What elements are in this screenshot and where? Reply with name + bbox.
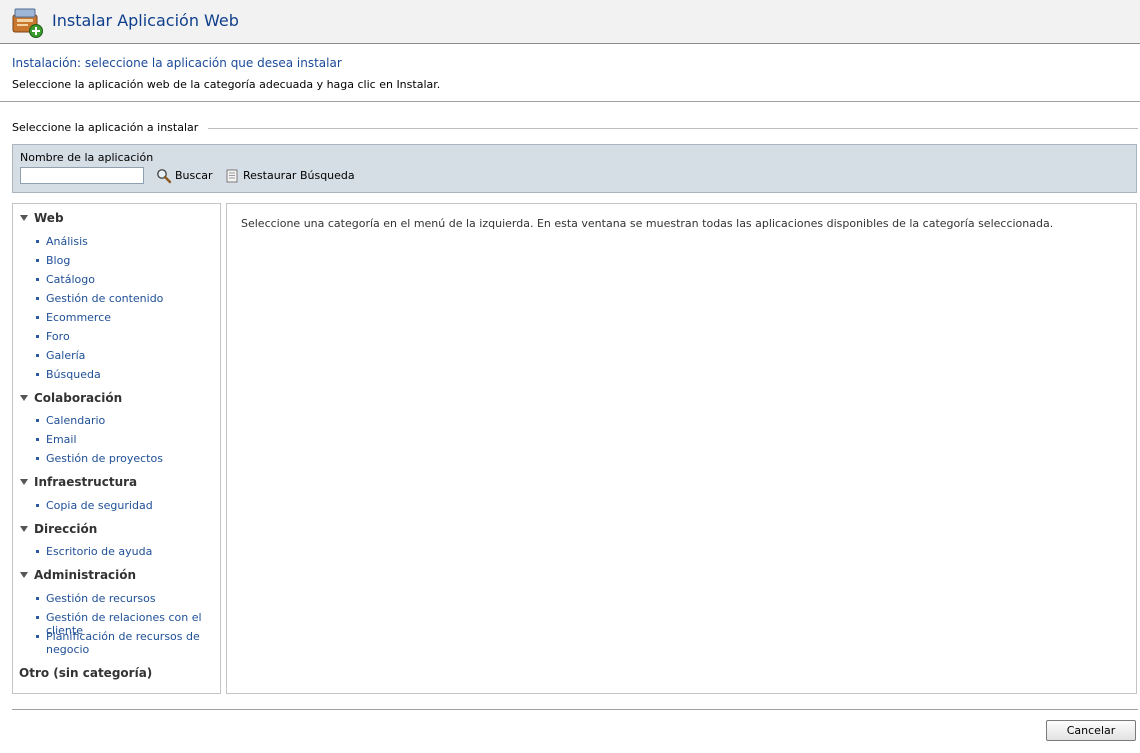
category-label: Infraestructura <box>34 475 138 489</box>
bullet-icon <box>36 316 39 319</box>
expand-triangle-icon <box>20 572 28 578</box>
bullet-icon <box>36 335 39 338</box>
search-button-label: Buscar <box>175 169 213 182</box>
bullet-icon <box>36 278 39 281</box>
install-app-icon <box>12 8 43 38</box>
category-item-catalogo[interactable]: Catálogo <box>36 273 216 286</box>
category-infraestructura[interactable]: Infraestructura <box>19 475 137 489</box>
category-direccion[interactable]: Dirección <box>19 522 97 536</box>
category-item-label: Ecommerce <box>46 311 112 324</box>
bullet-icon <box>36 259 39 262</box>
expand-triangle-icon <box>20 526 28 532</box>
bullet-icon <box>36 550 39 553</box>
category-item-label: Galería <box>46 349 86 362</box>
bullet-icon <box>36 373 39 376</box>
category-item-gestion-recursos[interactable]: Gestión de recursos <box>36 592 216 605</box>
bullet-icon <box>36 635 39 638</box>
intro-section: Instalación: seleccione la aplicación qu… <box>0 44 1140 102</box>
fieldset-legend: Seleccione la aplicación a instalar <box>12 121 209 134</box>
category-label: Colaboración <box>34 391 123 405</box>
reset-search-label: Restaurar Búsqueda <box>243 169 355 182</box>
category-item-escritorio-ayuda[interactable]: Escritorio de ayuda <box>36 545 216 558</box>
category-item-label: Gestión de recursos <box>46 592 156 605</box>
page-title: Instalar Aplicación Web <box>52 11 239 30</box>
search-input[interactable] <box>20 167 144 184</box>
category-item-email[interactable]: Email <box>36 433 216 446</box>
expand-triangle-icon <box>20 395 28 401</box>
empty-state-message: Seleccione una categoría en el menú de l… <box>241 217 1054 230</box>
category-item-label: Catálogo <box>46 273 95 286</box>
bullet-icon <box>36 597 39 600</box>
category-item-label: Gestión de proyectos <box>46 452 163 465</box>
applications-panel: Seleccione una categoría en el menú de l… <box>226 203 1137 694</box>
category-item-planificacion-recursos[interactable]: Planificación de recursos de negocio <box>36 630 216 656</box>
bullet-icon <box>36 240 39 243</box>
category-item-calendario[interactable]: Calendario <box>36 414 216 427</box>
cancel-button[interactable]: Cancelar <box>1046 720 1136 741</box>
category-item-gestion-proyectos[interactable]: Gestión de proyectos <box>36 452 216 465</box>
expand-triangle-icon <box>20 215 28 221</box>
bullet-icon <box>36 438 39 441</box>
category-item-label: Foro <box>46 330 70 343</box>
category-item-label: Calendario <box>46 414 106 427</box>
search-label: Nombre de la aplicación <box>20 151 154 164</box>
category-otro[interactable]: Otro (sin categoría) <box>19 666 152 680</box>
category-sidebar: Web Análisis Blog Catálogo Gestión de co… <box>12 203 221 694</box>
category-item-label: Análisis <box>46 235 88 248</box>
category-label: Web <box>34 211 64 225</box>
category-item-ecommerce[interactable]: Ecommerce <box>36 311 216 324</box>
bullet-icon <box>36 616 39 619</box>
category-item-busqueda[interactable]: Búsqueda <box>36 368 216 381</box>
category-administracion[interactable]: Administración <box>19 568 136 582</box>
bullet-icon <box>36 504 39 507</box>
bullet-icon <box>36 419 39 422</box>
header-bar: Instalar Aplicación Web <box>0 0 1140 44</box>
search-bar: Nombre de la aplicación Buscar Restaurar… <box>12 144 1137 193</box>
bullet-icon <box>36 297 39 300</box>
category-item-label: Búsqueda <box>46 368 101 381</box>
category-item-label: Copia de seguridad <box>46 499 153 512</box>
category-item-label: Blog <box>46 254 71 267</box>
step-title: Instalación: seleccione la aplicación qu… <box>12 56 342 70</box>
category-item-galeria[interactable]: Galería <box>36 349 216 362</box>
category-item-copia-seguridad[interactable]: Copia de seguridad <box>36 499 216 512</box>
category-item-blog[interactable]: Blog <box>36 254 216 267</box>
category-label: Administración <box>34 568 137 582</box>
category-item-gestion-contenido[interactable]: Gestión de contenido <box>36 292 216 305</box>
reset-search-button[interactable]: Restaurar Búsqueda <box>224 167 355 184</box>
category-item-label: Gestión de contenido <box>46 292 164 305</box>
category-label: Otro (sin categoría) <box>19 666 153 680</box>
reset-document-icon <box>226 169 238 182</box>
step-description: Seleccione la aplicación web de la categ… <box>12 78 441 91</box>
category-web[interactable]: Web <box>19 211 64 225</box>
search-button[interactable]: Buscar <box>156 167 213 184</box>
category-item-label: Planificación de recursos de negocio <box>46 630 200 656</box>
category-item-label: Escritorio de ayuda <box>46 545 153 558</box>
bullet-icon <box>36 354 39 357</box>
category-colaboracion[interactable]: Colaboración <box>19 391 122 405</box>
category-item-label: Email <box>46 433 77 446</box>
magnifier-icon <box>157 168 172 183</box>
category-item-analisis[interactable]: Análisis <box>36 235 216 248</box>
category-label: Dirección <box>34 522 98 536</box>
bullet-icon <box>36 457 39 460</box>
footer-divider <box>12 709 1138 710</box>
expand-triangle-icon <box>20 479 28 485</box>
category-item-foro[interactable]: Foro <box>36 330 216 343</box>
